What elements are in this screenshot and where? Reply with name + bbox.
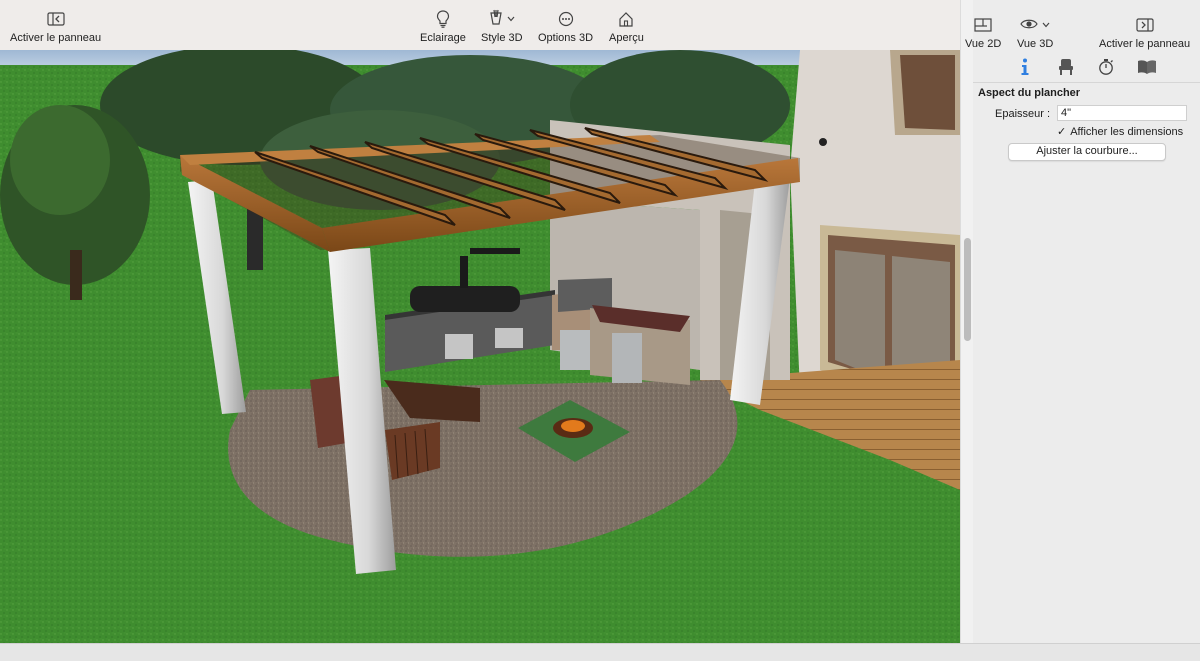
show-dimensions-checkbox[interactable]: ✓ Afficher les dimensions: [1057, 125, 1184, 139]
tab-furniture[interactable]: [1055, 58, 1077, 78]
style-3d-icon-group: [488, 8, 515, 30]
options-3d-button[interactable]: Options 3D: [538, 8, 593, 44]
toggle-right-panel-label: Activer le panneau: [1099, 38, 1191, 50]
adjust-curve-button[interactable]: Ajuster la courbure...: [1008, 143, 1166, 161]
thickness-input[interactable]: [1057, 105, 1187, 121]
lighting-label: Eclairage: [420, 32, 466, 44]
view-2d-button[interactable]: Vue 2D: [965, 14, 1001, 50]
scrollbar-thumb[interactable]: [964, 238, 971, 341]
tab-library[interactable]: [1136, 58, 1158, 78]
toggle-right-panel-button[interactable]: Activer le panneau: [1099, 14, 1190, 50]
options-3d-label: Options 3D: [538, 32, 594, 44]
main-toolbar: Activer le panneau Eclairage Style 3D Op…: [0, 0, 960, 51]
chevron-down-icon: [507, 13, 515, 25]
chevron-down-icon: [1042, 19, 1050, 31]
house-icon: [618, 8, 634, 30]
brush-icon: [488, 9, 504, 30]
toggle-left-panel-button[interactable]: Activer le panneau: [10, 8, 101, 44]
view-2d-label: Vue 2D: [965, 38, 1002, 50]
view-3d-icon-group: [1020, 14, 1050, 36]
tab-info[interactable]: [1014, 58, 1036, 78]
section-title: Aspect du plancher: [978, 87, 1081, 99]
lighting-button[interactable]: Eclairage: [420, 8, 466, 44]
3d-viewport[interactable]: [0, 50, 960, 643]
thickness-label: Epaisseur :: [995, 108, 1051, 120]
preview-label: Aperçu: [609, 32, 644, 44]
book-icon: [1137, 59, 1157, 78]
show-dimensions-label: Afficher les dimensions: [1070, 125, 1184, 138]
inspector-toolbar: Vue 2D Vue 3D Activer le panneau: [965, 0, 1200, 54]
sidebar-right-icon: [1135, 14, 1154, 36]
sidebar-left-icon: [46, 8, 65, 30]
toggle-left-panel-label: Activer le panneau: [10, 32, 102, 44]
tab-timer[interactable]: [1095, 58, 1117, 78]
lightbulb-icon: [436, 8, 450, 30]
bottom-status-bar: [0, 643, 1200, 661]
preview-button[interactable]: Aperçu: [609, 8, 644, 44]
checkmark-icon: ✓: [1057, 126, 1067, 138]
style-3d-button[interactable]: Style 3D: [481, 8, 523, 44]
view-3d-button[interactable]: Vue 3D: [1017, 14, 1053, 50]
inspector-tabs: [973, 54, 1200, 83]
view-3d-label: Vue 3D: [1017, 38, 1054, 50]
floorplan-icon: [974, 14, 992, 36]
vertical-scrollbar[interactable]: [960, 0, 974, 643]
info-icon: [1020, 58, 1030, 79]
3d-scene: [0, 50, 960, 643]
inspector-panel: Vue 2D Vue 3D Activer le panneau Aspect …: [965, 0, 1200, 643]
eye-icon: [1020, 18, 1038, 33]
stopwatch-icon: [1098, 58, 1114, 79]
chair-icon: [1057, 58, 1075, 79]
style-3d-label: Style 3D: [481, 32, 523, 44]
ellipsis-circle-icon: [558, 8, 574, 30]
